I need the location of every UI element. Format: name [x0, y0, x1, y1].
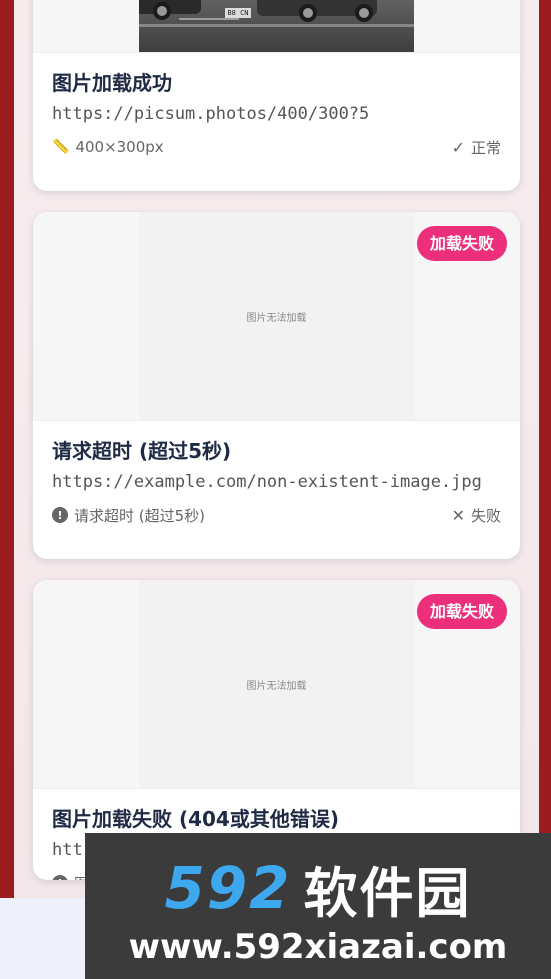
image-container: 图片无法加载 加载失败: [33, 212, 520, 421]
status-badge: 加载失败: [416, 594, 507, 629]
watermark-logo: 592 软件园: [85, 853, 551, 925]
overlay-panel: [0, 898, 85, 979]
status-text: 正常: [470, 138, 501, 157]
watermark-name: 软件园: [303, 861, 472, 925]
check-icon: ✓: [451, 137, 465, 157]
close-icon: ✕: [451, 505, 465, 525]
image-card-success[interactable]: B8 CN 图片加载成功 https://picsum.photos/400/3…: [33, 0, 520, 191]
status-badge: 加载失败: [416, 226, 507, 261]
image-url: https://picsum.photos/400/300?5: [52, 104, 370, 124]
left-frame: [0, 0, 14, 979]
watermark-number: 592: [164, 854, 292, 922]
image-card-timeout[interactable]: 图片无法加载 加载失败 请求超时 (超过5秒) https://example.…: [33, 212, 520, 559]
image-container: 图片无法加载 加载失败: [33, 580, 520, 789]
status-text: 失败: [470, 506, 501, 525]
watermark: 592 软件园 www.592xiazai.com: [85, 833, 551, 979]
loaded-photo: B8 CN: [139, 0, 414, 52]
alert-icon: !: [52, 507, 68, 523]
card-title: 请求超时 (超过5秒): [52, 439, 232, 463]
image-placeholder: 图片无法加载: [139, 212, 414, 420]
image-container: B8 CN: [33, 0, 520, 53]
error-message: 请求超时 (超过5秒): [74, 506, 206, 525]
card-title: 图片加载失败 (404或其他错误): [52, 807, 339, 831]
image-placeholder: 图片无法加载: [139, 580, 414, 788]
alert-icon: !: [52, 875, 68, 880]
image-size: 400×300px: [75, 138, 164, 156]
watermark-url: www.592xiazai.com: [128, 927, 508, 967]
image-url: https://example.com/non-existent-image.j…: [52, 472, 482, 492]
ruler-icon: 📏: [52, 139, 70, 155]
card-title: 图片加载成功: [52, 71, 172, 95]
